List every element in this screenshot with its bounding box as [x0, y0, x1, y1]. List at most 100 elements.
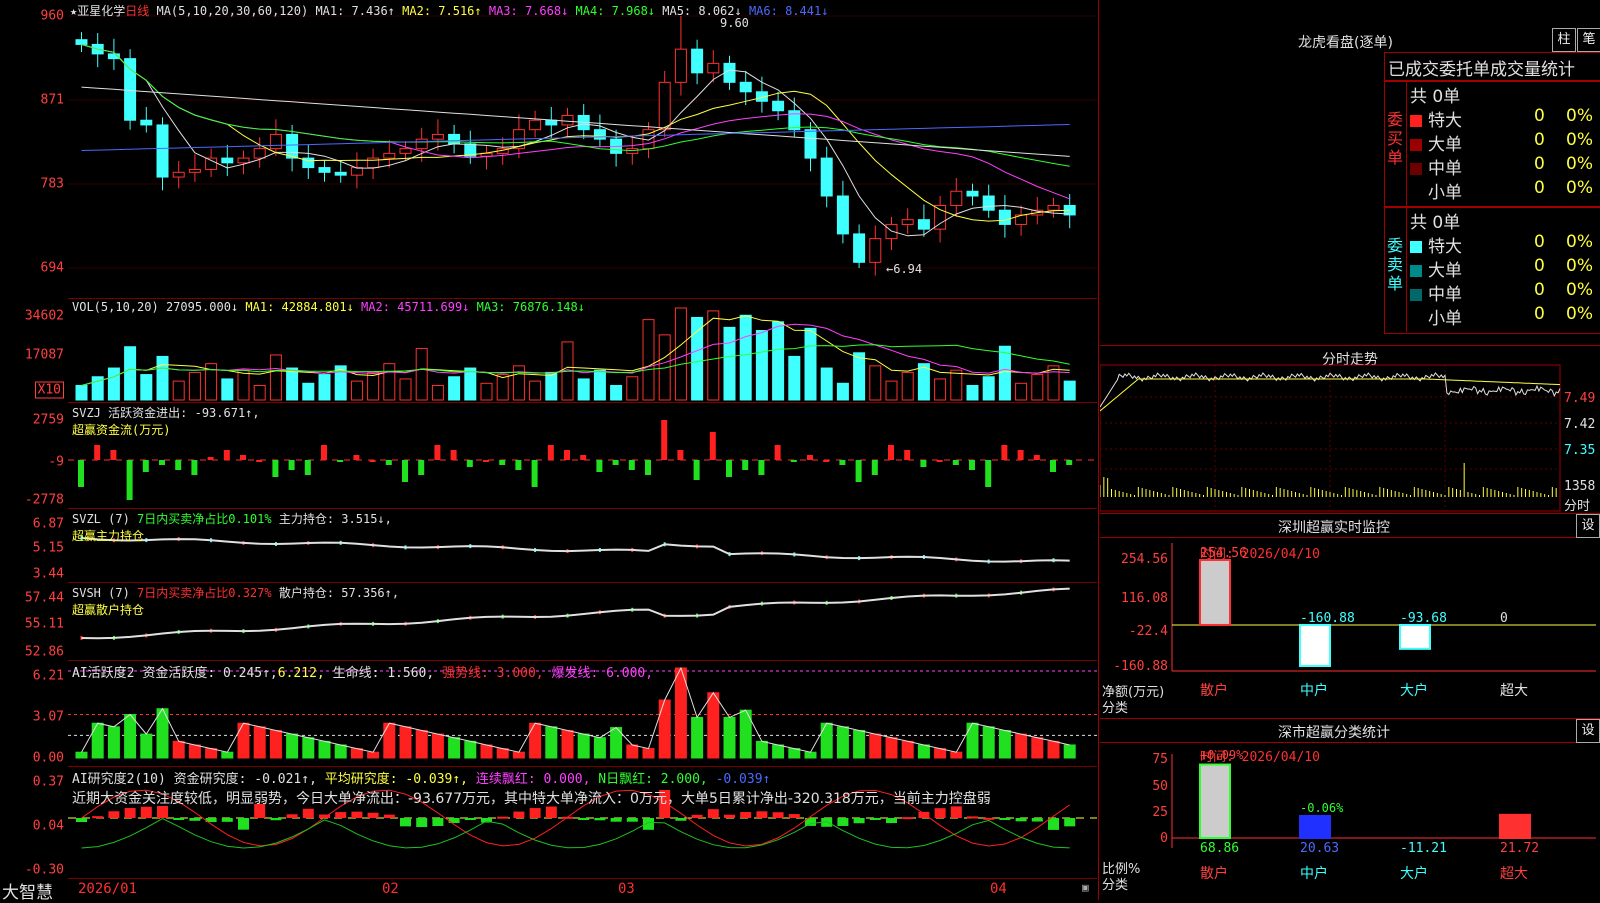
research-bar	[756, 811, 768, 818]
flow-bar	[466, 460, 473, 467]
ai2-axis: 0.37 0.04 -0.30	[0, 766, 68, 878]
volume-bar	[674, 307, 687, 401]
volume-bar	[642, 319, 655, 401]
research-bar	[270, 818, 282, 821]
volume-bar	[448, 376, 461, 401]
candle-body	[269, 133, 282, 150]
activity-bar	[755, 740, 768, 759]
lhb-row: 小单	[1410, 304, 1462, 329]
volume-bar	[496, 374, 509, 401]
activity-bar	[593, 737, 606, 759]
lhb-row-name: 小单	[1428, 183, 1462, 203]
activity-bar	[512, 751, 525, 759]
date-label: 02	[382, 881, 399, 897]
volume-bar	[350, 380, 363, 401]
research-bar	[869, 818, 881, 820]
svzj-value: 活跃资金进出: -93.671↑,	[108, 406, 260, 420]
volume-bar	[269, 354, 282, 401]
flow-bar	[126, 460, 133, 500]
volume-bar	[804, 327, 817, 401]
activity-bar	[626, 744, 639, 759]
svzj-header: SVZJ 活跃资金进出: -93.671↑, 超赢资金流(万元)	[72, 404, 260, 438]
flow-bar	[645, 460, 651, 475]
activity-bar	[804, 751, 817, 759]
lock-icon[interactable]: ▣	[1082, 881, 1089, 894]
activity-bar	[205, 748, 218, 759]
activity-bar	[172, 740, 185, 759]
tick-mode-button[interactable]: 笔	[1577, 28, 1600, 52]
research-bar	[108, 811, 120, 818]
lhb-col-sep	[1406, 80, 1407, 332]
sz-class-panel: 深市超赢分类统计 设 时间: 2026/04/10 75 50 25 0 68.86 散户…	[1100, 718, 1600, 900]
date-label: 04	[990, 881, 1007, 897]
activity-bar	[836, 726, 849, 759]
ai1-header: AI活跃度2 资金活跃度: 0.245↑,6.212, 生命线: 1.560, …	[72, 662, 653, 681]
szm-axis-label: -160.88	[1113, 659, 1168, 674]
flow-bar	[191, 460, 198, 475]
volume-unit: X10	[34, 381, 64, 399]
szc-axis-label: 25	[1152, 805, 1168, 820]
activity-bar	[966, 722, 979, 759]
szm-axis-label: 254.56	[1121, 552, 1168, 567]
research-bar	[1064, 818, 1076, 827]
brand-logo: 大智慧	[2, 883, 53, 903]
szm-bar	[1199, 559, 1231, 626]
svzl-axis: 6.87 5.15 3.44	[0, 508, 68, 582]
svsh-axis-label: 52.86	[24, 644, 64, 660]
period-label[interactable]: 日线	[125, 4, 149, 18]
candle-body	[674, 48, 687, 83]
research-bar	[513, 811, 525, 818]
flow-bar	[1001, 445, 1008, 460]
volume-bar	[107, 367, 120, 401]
volume-bar	[691, 316, 704, 401]
candle-body	[739, 81, 752, 93]
lhb-row-count: 0	[1534, 256, 1545, 276]
volume-bar	[399, 378, 412, 401]
lhb-row-count: 0	[1534, 232, 1545, 252]
stock-name[interactable]: ★亚星化学	[70, 4, 125, 18]
activity-bar	[723, 716, 736, 759]
svzl-holding: 主力持仓: 3.515↓,	[278, 512, 392, 526]
flow-bar	[871, 460, 878, 475]
price-pane[interactable]	[68, 0, 1097, 299]
volume-bar	[188, 371, 201, 401]
lhb-row-percent: 0%	[1566, 106, 1593, 126]
szc-category: 中户	[1300, 865, 1328, 882]
svzl-subtitle: 超赢主力持仓	[72, 529, 145, 543]
lhb-row-percent: 0%	[1566, 154, 1593, 174]
volume-bar	[367, 371, 380, 401]
research-bar	[983, 817, 995, 820]
sz-monitor-xlabel: 分类	[1102, 701, 1129, 716]
activity-bar	[188, 744, 201, 759]
szm-bar	[1399, 623, 1431, 650]
intraday-panel[interactable]: 分时走势 7.49 7.42 7.35 1358 分时	[1100, 345, 1600, 514]
flow-bar	[726, 460, 732, 477]
volume-bar	[998, 345, 1011, 401]
bar-mode-button[interactable]: 柱	[1552, 28, 1576, 52]
candle-body	[415, 138, 428, 150]
flow-bar	[839, 460, 846, 465]
volume-bar	[75, 384, 88, 401]
price-axis: 960 871 783 694	[0, 0, 68, 298]
candle-body	[950, 190, 963, 206]
lhb-row: 大单	[1410, 256, 1462, 281]
flow-bar	[483, 460, 489, 462]
flow-bar	[596, 460, 603, 472]
ma-item: MA3: 7.668↓	[481, 4, 569, 18]
flow-bar	[207, 457, 214, 460]
activity-bar	[269, 729, 282, 759]
color-swatch	[1410, 313, 1422, 325]
lhb-row-count: 0	[1534, 304, 1545, 324]
ai1-value: 资金活跃度: 0.245↑,	[142, 666, 278, 681]
research-bar	[335, 812, 347, 818]
intraday-vol-unit: 分时	[1564, 499, 1591, 514]
candle-body	[334, 171, 347, 176]
research-bar	[950, 806, 962, 818]
activity-bar	[221, 751, 234, 759]
research-bar	[464, 818, 476, 820]
svsh-title: SVSH (7)	[72, 586, 130, 600]
volume-bar	[788, 355, 801, 401]
svzj-axis-label: -9	[48, 454, 64, 470]
research-bar	[173, 818, 185, 820]
lhb-row: 特大	[1410, 106, 1462, 131]
